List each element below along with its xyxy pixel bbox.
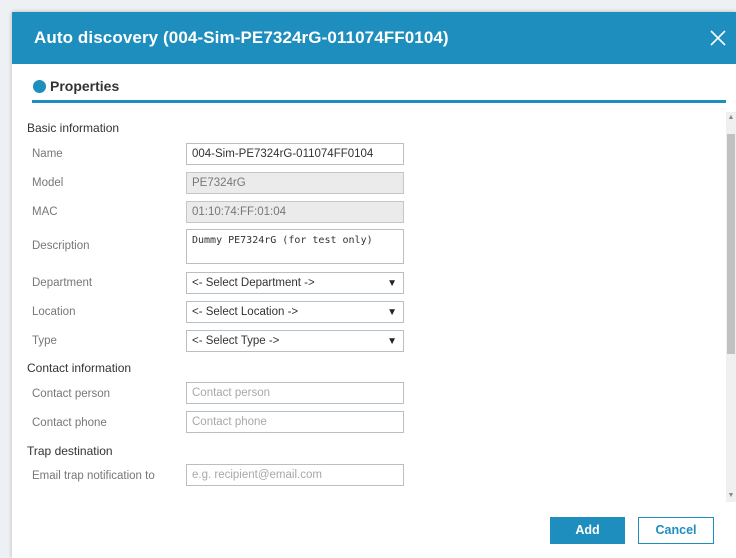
name-input[interactable]: 004-Sim-PE7324rG-011074FF0104 bbox=[186, 143, 404, 165]
caret-down-icon: ▼ bbox=[387, 278, 397, 289]
name-label: Name bbox=[32, 148, 63, 160]
description-label: Description bbox=[32, 240, 90, 252]
department-select[interactable]: <- Select Department -> ▼ bbox=[186, 272, 404, 294]
section-basic-information: Basic information bbox=[27, 121, 120, 135]
section-trap-destination: Trap destination bbox=[27, 444, 113, 458]
mac-field: 01:10:74:FF:01:04 bbox=[186, 201, 404, 223]
type-select[interactable]: <- Select Type -> ▼ bbox=[186, 330, 404, 352]
description-textarea[interactable]: Dummy PE7324rG (for test only) bbox=[186, 229, 404, 264]
email-trap-label: Email trap notification to bbox=[32, 470, 155, 482]
circle-dot-icon bbox=[33, 80, 46, 93]
type-label: Type bbox=[32, 335, 57, 347]
department-select-value: <- Select Department -> bbox=[192, 277, 315, 289]
add-button[interactable]: Add bbox=[550, 517, 625, 544]
scroll-up-icon[interactable]: ▲ bbox=[727, 112, 735, 124]
contact-person-label: Contact person bbox=[32, 388, 110, 400]
caret-down-icon: ▼ bbox=[387, 307, 397, 318]
tab-properties[interactable]: Properties bbox=[32, 72, 726, 103]
email-trap-input[interactable]: e.g. recipient@email.com bbox=[186, 464, 404, 486]
mac-label: MAC bbox=[32, 206, 58, 218]
department-label: Department bbox=[32, 277, 93, 289]
type-select-value: <- Select Type -> bbox=[192, 335, 280, 347]
scrollbar-thumb[interactable] bbox=[727, 134, 735, 354]
tab-properties-label: Properties bbox=[50, 78, 120, 94]
cancel-button[interactable]: Cancel bbox=[638, 517, 714, 544]
contact-person-input[interactable]: Contact person bbox=[186, 382, 404, 404]
location-select-value: <- Select Location -> bbox=[192, 306, 299, 318]
section-contact-information: Contact information bbox=[27, 361, 132, 375]
model-field: PE7324rG bbox=[186, 172, 404, 194]
location-label: Location bbox=[32, 306, 76, 318]
contact-phone-input[interactable]: Contact phone bbox=[186, 411, 404, 433]
dialog-titlebar: Auto discovery (004-Sim-PE7324rG-011074F… bbox=[12, 12, 736, 64]
vertical-scrollbar[interactable]: ▲ ▼ bbox=[726, 112, 736, 502]
close-icon[interactable] bbox=[706, 26, 730, 50]
dialog-title: Auto discovery (004-Sim-PE7324rG-011074F… bbox=[34, 28, 449, 47]
scroll-down-icon[interactable]: ▼ bbox=[727, 490, 735, 502]
contact-phone-label: Contact phone bbox=[32, 417, 107, 429]
caret-down-icon: ▼ bbox=[387, 336, 397, 347]
model-label: Model bbox=[32, 177, 64, 189]
auto-discovery-dialog: Auto discovery (004-Sim-PE7324rG-011074F… bbox=[12, 12, 736, 558]
location-select[interactable]: <- Select Location -> ▼ bbox=[186, 301, 404, 323]
